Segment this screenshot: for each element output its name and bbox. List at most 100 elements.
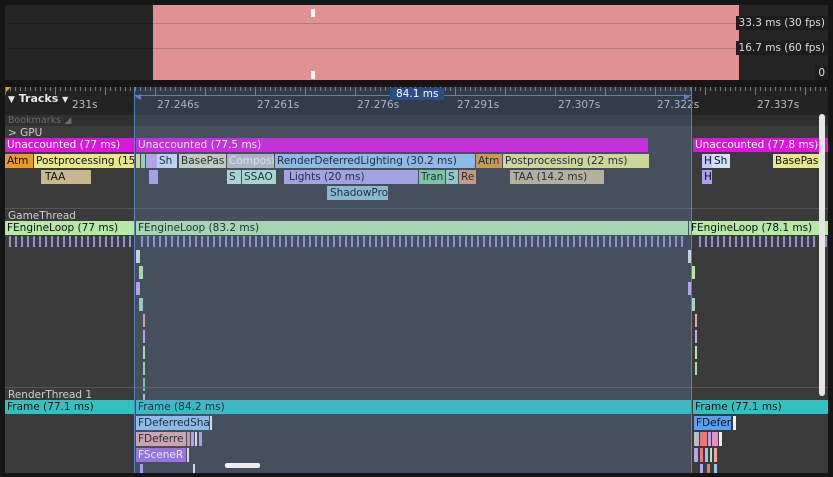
gpu-event[interactable]: TAA (14.2 ms) [510, 170, 604, 184]
horizontal-scrollbar[interactable] [225, 463, 260, 468]
gpu-event-sliver[interactable] [141, 154, 145, 168]
render-event-sliver[interactable] [210, 416, 212, 430]
gpu-event-sliver[interactable] [149, 170, 158, 184]
gpu-event[interactable]: Atm [5, 154, 33, 168]
render-event-sliver[interactable] [708, 432, 711, 446]
ruler-tick [560, 87, 561, 91]
render-event-sliver[interactable] [710, 448, 712, 462]
ruler-tick [825, 87, 826, 91]
subevent-mark [141, 236, 143, 247]
gpu-event[interactable]: ShadowProj [327, 186, 388, 200]
subevent-mark [177, 236, 179, 247]
render-event-sliver[interactable] [694, 448, 698, 462]
gpu-event-sliver[interactable] [136, 154, 140, 168]
frame-event[interactable]: Frame (77.1 ms) [5, 400, 134, 414]
gpu-event[interactable]: BasePas [179, 154, 226, 168]
frame-event[interactable]: Frame (77.1 ms) [693, 400, 828, 414]
render-event-sliver[interactable] [714, 464, 717, 473]
subevent-mark [801, 236, 803, 247]
gpu-event[interactable]: H [702, 154, 712, 168]
gpu-event[interactable]: Unaccounted (77.5 ms) [136, 138, 648, 152]
gpu-event[interactable]: Sh [712, 154, 730, 168]
subevent-mark [39, 236, 41, 247]
ruler-tick [665, 87, 666, 91]
gpu-event[interactable]: H [702, 170, 712, 184]
subevent-mark [93, 236, 95, 247]
render-event-sliver[interactable] [700, 448, 703, 462]
subevent-mark [363, 236, 365, 247]
gpu-event[interactable]: S [446, 170, 458, 184]
gpu-event[interactable]: SSAO [242, 170, 276, 184]
subevent-mark [627, 236, 629, 247]
render-event[interactable]: FDefer [694, 416, 731, 430]
engine-loop-event[interactable]: FEngineLoop (78.1 ms) [689, 221, 828, 235]
tracks-menu[interactable]: ▼ Tracks ▼ [8, 92, 68, 105]
ruler-tick [250, 87, 251, 91]
gpu-event[interactable]: Unaccounted (77.8 ms) [693, 138, 828, 152]
ruler-tick [175, 87, 176, 91]
ruler-tick [205, 87, 206, 95]
render-event-sliver[interactable] [700, 464, 703, 473]
render-event-sliver[interactable] [705, 448, 708, 462]
ruler-tick [135, 87, 136, 91]
render-event-sliver[interactable] [694, 432, 699, 446]
ruler-tick [505, 87, 506, 95]
render-event-sliver[interactable] [187, 448, 189, 462]
render-event-sliver[interactable] [707, 464, 710, 473]
render-event-sliver[interactable] [187, 432, 190, 446]
gpu-event[interactable]: Tran [419, 170, 445, 184]
ruler-tick [200, 87, 201, 91]
ruler-tick [70, 87, 71, 91]
render-event-sliver[interactable] [193, 464, 195, 473]
vertical-scrollbar[interactable] [819, 114, 825, 396]
subevent-mark [723, 236, 725, 247]
render-event-sliver[interactable] [191, 432, 194, 446]
gpu-event-sliver[interactable] [146, 154, 157, 168]
render-event-sliver[interactable] [733, 416, 736, 430]
ruler-label: 27.307s [558, 99, 601, 111]
gpu-event[interactable]: Postprocessing (15 [34, 154, 134, 168]
ruler-tick [240, 87, 241, 91]
gpu-event[interactable]: Composi [227, 154, 274, 168]
gpu-event[interactable]: S [227, 170, 241, 184]
gpu-event[interactable]: BasePas [773, 154, 821, 168]
gpu-event[interactable]: Re [459, 170, 476, 184]
frame-marker [311, 9, 315, 17]
gpu-event[interactable]: RenderDeferredLighting (30.2 ms) [275, 154, 475, 168]
ruler-tick [15, 87, 16, 91]
render-event[interactable]: FDeferredSha [136, 416, 209, 430]
gpu-event[interactable]: Unaccounted (77 ms) [5, 138, 134, 152]
gpu-event[interactable]: Atm [476, 154, 502, 168]
ruler-tick [235, 87, 236, 91]
ruler-tick [645, 87, 646, 91]
ruler-tick [85, 87, 86, 91]
gpu-event[interactable]: Lights (20 ms) [284, 170, 418, 184]
track-separator [5, 387, 828, 388]
ruler-tick [35, 87, 36, 91]
bookmarks-row[interactable]: Bookmarks ◢ [5, 115, 828, 126]
ruler-tick [455, 87, 456, 95]
engine-loop-event[interactable]: FEngineLoop (77 ms) [5, 221, 134, 235]
subevent-mark [669, 236, 671, 247]
render-event-sliver[interactable] [714, 448, 717, 462]
engine-loop-event[interactable]: FEngineLoop (83.2 ms) [136, 221, 688, 235]
stack-event [691, 298, 695, 311]
gpu-event[interactable]: Postprocessing (22 ms) [503, 154, 649, 168]
render-event-sliver[interactable] [700, 432, 707, 446]
gpu-event[interactable]: TAA [41, 170, 91, 184]
render-event-sliver[interactable] [140, 464, 143, 473]
frames-graph[interactable]: 33.3 ms (30 fps) 16.7 ms (60 fps) 0 [5, 5, 828, 80]
render-event-sliver[interactable] [712, 432, 718, 446]
render-event-sliver[interactable] [195, 432, 197, 446]
render-event[interactable]: FSceneR [136, 448, 186, 462]
render-event-sliver[interactable] [199, 432, 202, 446]
render-event-sliver[interactable] [719, 432, 722, 446]
ruler-tick [445, 87, 446, 91]
subevent-mark [591, 236, 593, 247]
gpu-event[interactable]: Sh [157, 154, 177, 168]
ruler-tick [805, 87, 806, 95]
frame-event[interactable]: Frame (84.2 ms) [136, 400, 691, 414]
subevent-mark [111, 236, 113, 247]
render-event[interactable]: FDeferre [136, 432, 186, 446]
timing-view[interactable]: ▼ Tracks ▼ 231s 27.246s 27.261s 27.276s … [5, 87, 828, 473]
